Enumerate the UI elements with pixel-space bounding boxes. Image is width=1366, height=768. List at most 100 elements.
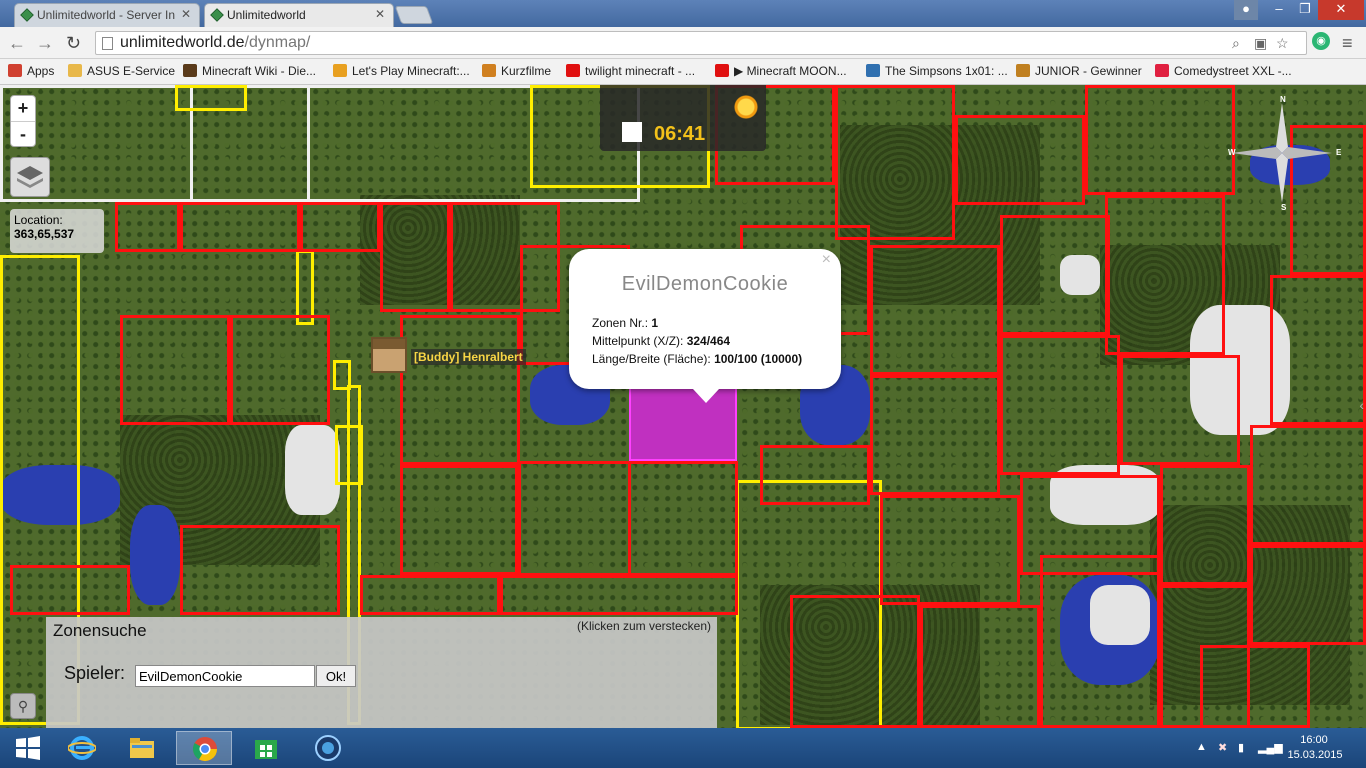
internet-explorer-icon [68,736,96,760]
zone-boundary-red [1000,215,1110,335]
layers-icon [17,166,43,188]
clock-date-display[interactable]: 15.03.2015 [1280,749,1350,761]
bookmark-twilight[interactable]: twilight minecraft - ... [566,64,695,78]
bookmark-star-icon[interactable]: ☆ [1276,35,1289,52]
clock-time: 06:41 [654,123,706,145]
location-panel: Location: 363,65,537 [10,209,104,253]
zone-search-panel[interactable]: Zonensuche (Klicken zum verstecken) Spie… [46,617,717,728]
bookmark-label: Comedystreet XXL -... [1174,64,1292,78]
translate-icon[interactable]: ▣ [1254,35,1267,52]
player-avatar [371,337,407,373]
bookmark-kurzfilme[interactable]: Kurzfilme [482,64,551,78]
extension-icon[interactable]: ◉ [1312,32,1330,50]
zone-boundary-red [300,202,380,252]
maximize-button[interactable]: ❐ [1292,0,1318,20]
close-window-button[interactable]: ✕ [1318,0,1364,20]
minecraft-icon [183,64,197,77]
row-value: 1 [651,316,659,330]
tab-close-icon[interactable]: ✕ [181,7,191,21]
film-icon [482,64,496,77]
signal-icon[interactable]: ▂▄▆ [1258,741,1283,754]
tab-title: Unlimitedworld [227,8,306,22]
url-path: /dynmap/ [244,34,311,51]
player-label: Spieler: [64,663,126,683]
url-text[interactable]: unlimitedworld.de/dynmap/ [120,34,310,52]
minimize-button[interactable]: – [1266,0,1292,20]
zone-boundary-red [760,445,870,505]
comedy-icon [1155,64,1169,77]
internet-explorer-button[interactable] [54,731,110,765]
bookmark-simpsons[interactable]: The Simpsons 1x01: ... [866,64,1008,78]
show-hidden-icons-icon[interactable]: ▲ [1196,741,1207,753]
chrome-button[interactable] [176,731,232,765]
tab-server-info[interactable]: Unlimitedworld - Server In ✕ [14,3,200,27]
bookmark-apps[interactable]: Apps [8,64,54,78]
bookmark-label: Minecraft Wiki - Die... [202,64,317,78]
popup-close-icon[interactable]: × [822,251,831,269]
zone-boundary-red [120,315,230,425]
start-button[interactable] [0,731,56,765]
selected-zone-highlight[interactable] [629,385,737,461]
zoom-magnifier-icon[interactable]: ⌕ [1232,35,1240,52]
bookmarks-bar: Apps ASUS E-Service Minecraft Wiki - Die… [0,59,1366,85]
link-icon[interactable]: ⚲ [10,693,36,719]
zone-boundary-red [1270,275,1366,425]
dynmap-canvas[interactable]: + - Location: 363,65,537 06:41 N E S W [… [0,85,1366,728]
zone-search-hide-link[interactable]: (Klicken zum verstecken) [577,619,711,633]
unlimitedworld-favicon-icon [20,8,34,22]
zone-boundary-red [835,85,955,240]
store-button[interactable] [238,731,294,765]
bookmark-label: JUNIOR - Gewinner [1035,64,1142,78]
network-error-icon[interactable]: ✖ [1218,741,1227,754]
sidebar-toggle-icon[interactable]: ‹ [1359,397,1364,413]
zone-boundary-red [400,465,518,575]
battery-icon[interactable]: ▮ [1238,741,1244,754]
new-tab-button[interactable] [394,6,434,24]
tv-icon [866,64,880,77]
tab-unlimitedworld[interactable]: Unlimitedworld ✕ [204,3,394,27]
zone-boundary-red [1040,555,1160,728]
zone-boundary-yellow [296,250,314,325]
user-profile-icon[interactable]: ● [1234,0,1258,20]
compass: N E S W [1222,93,1342,213]
youtube-icon [566,64,580,77]
bookmark-label: The Simpsons 1x01: ... [885,64,1008,78]
app-button[interactable] [300,731,356,765]
popup-row-size: Länge/Breite (Fläche): 100/100 (10000) [592,352,802,366]
clock-time-display[interactable]: 16:00 [1284,734,1344,746]
row-label: Länge/Breite (Fläche): [592,352,715,366]
zoom-out-button[interactable]: - [11,122,35,148]
bookmark-minecraft-moon[interactable]: ▶ Minecraft MOON... [715,64,847,78]
zone-boundary-red [115,202,180,252]
bookmark-junior[interactable]: JUNIOR - Gewinner [1016,64,1142,78]
player-search-input[interactable] [135,665,315,687]
zoom-in-button[interactable]: + [11,96,35,122]
player-name: [Buddy] Henralbert [411,349,526,365]
bookmark-asus[interactable]: ASUS E-Service [68,64,175,78]
bookmark-letsplay[interactable]: Let's Play Minecraft:... [333,64,470,78]
popup-row-zone-number: Zonen Nr.: 1 [592,316,658,330]
bookmark-minecraft-wiki[interactable]: Minecraft Wiki - Die... [183,64,316,78]
reload-icon[interactable]: ↻ [66,33,81,54]
snow-area [285,425,340,515]
bookmark-comedystreet[interactable]: Comedystreet XXL -... [1155,64,1292,78]
zone-boundary-red [360,575,500,615]
forward-arrow-icon[interactable]: → [36,33,54,54]
file-explorer-button[interactable] [114,731,170,765]
zone-boundary-red [870,245,1000,375]
compass-east: E [1336,148,1342,157]
junior-icon [1016,64,1030,77]
back-arrow-icon[interactable]: ← [8,33,26,54]
zone-boundary-red [1105,195,1225,355]
layers-button[interactable] [10,157,50,197]
tab-close-icon[interactable]: ✕ [375,7,385,21]
bookmark-label: twilight minecraft - ... [585,64,696,78]
url-host: unlimitedworld.de [120,34,245,51]
address-bar[interactable]: unlimitedworld.de/dynmap/ ⌕ ▣ ☆ [95,31,1307,55]
zone-boundary-red [230,315,330,425]
store-icon [255,740,277,759]
zone-boundary-red [790,595,920,728]
zone-boundary-red [180,202,300,252]
menu-icon[interactable]: ≡ [1342,33,1353,54]
ok-button[interactable]: Ok! [316,665,356,687]
